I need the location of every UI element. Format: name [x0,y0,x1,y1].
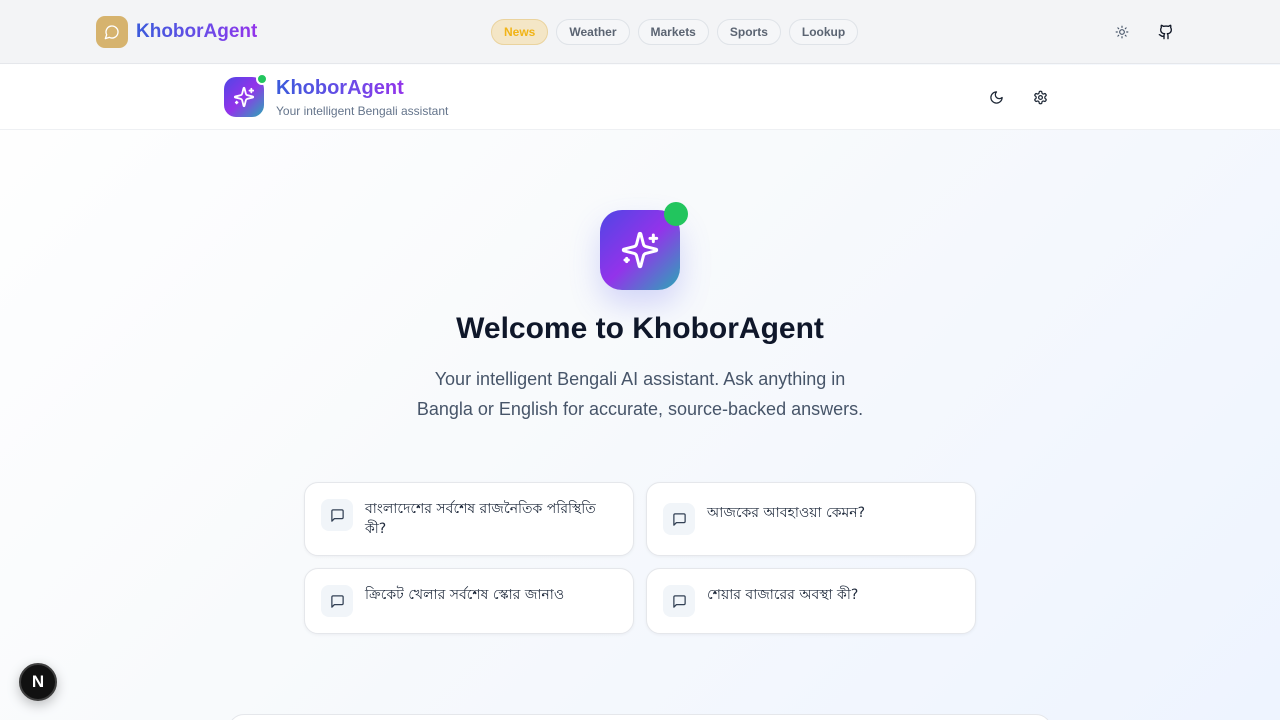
brand[interactable]: KhoborAgent [96,16,257,48]
nav-tabs: News Weather Markets Sports Lookup [491,19,859,45]
suggestion-card[interactable]: ক্রিকেট খেলার সর্বশেষ স্কোর জানাও [304,568,634,634]
tab-lookup[interactable]: Lookup [788,19,859,45]
github-icon[interactable] [1154,20,1178,44]
chat-input-container[interactable] [228,714,1052,720]
suggestion-text: বাংলাদেশের সর্বশেষ রাজনৈতিক পরিস্থিতি কী… [365,501,596,537]
dev-tools-badge[interactable]: N [19,663,57,701]
welcome-description: Your intelligent Bengali AI assistant. A… [416,369,864,419]
online-status-dot [256,73,268,85]
suggestion-card[interactable]: শেয়ার বাজারের অবস্থা কী? [646,568,976,634]
brand-name: KhoborAgent [136,21,258,42]
chat-bubble-icon [96,16,128,48]
dev-tools-label: N [31,672,45,691]
suggestion-card[interactable]: বাংলাদেশের সর্বশেষ রাজনৈতিক পরিস্থিতি কী… [304,482,634,556]
message-square-icon [663,503,695,535]
welcome-title: Welcome to KhoborAgent [456,312,824,345]
suggestion-card[interactable]: আজকের আবহাওয়া কেমন? [646,482,976,556]
suggestion-text: শেয়ার বাজারের অবস্থা কী? [707,587,859,603]
chat-header: KhoborAgent Your intelligent Bengali ass… [0,65,1280,130]
sun-icon[interactable] [1110,20,1134,44]
online-status-dot [664,202,688,226]
header-subtitle: Your intelligent Bengali assistant [276,104,449,118]
tab-news[interactable]: News [491,19,549,45]
top-app-bar: KhoborAgent News Weather Markets Sports … [0,0,1280,64]
message-square-icon [321,499,353,531]
gear-icon[interactable] [1028,85,1052,109]
tab-markets[interactable]: Markets [637,19,709,45]
tab-sports[interactable]: Sports [716,19,781,45]
message-square-icon [321,585,353,617]
suggestion-text: আজকের আবহাওয়া কেমন? [707,505,866,521]
suggestion-text: ক্রিকেট খেলার সর্বশেষ স্কোর জানাও [365,587,565,603]
message-square-icon [663,585,695,617]
header-title: KhoborAgent [276,77,404,99]
tab-weather[interactable]: Weather [556,19,630,45]
moon-icon[interactable] [984,85,1008,109]
